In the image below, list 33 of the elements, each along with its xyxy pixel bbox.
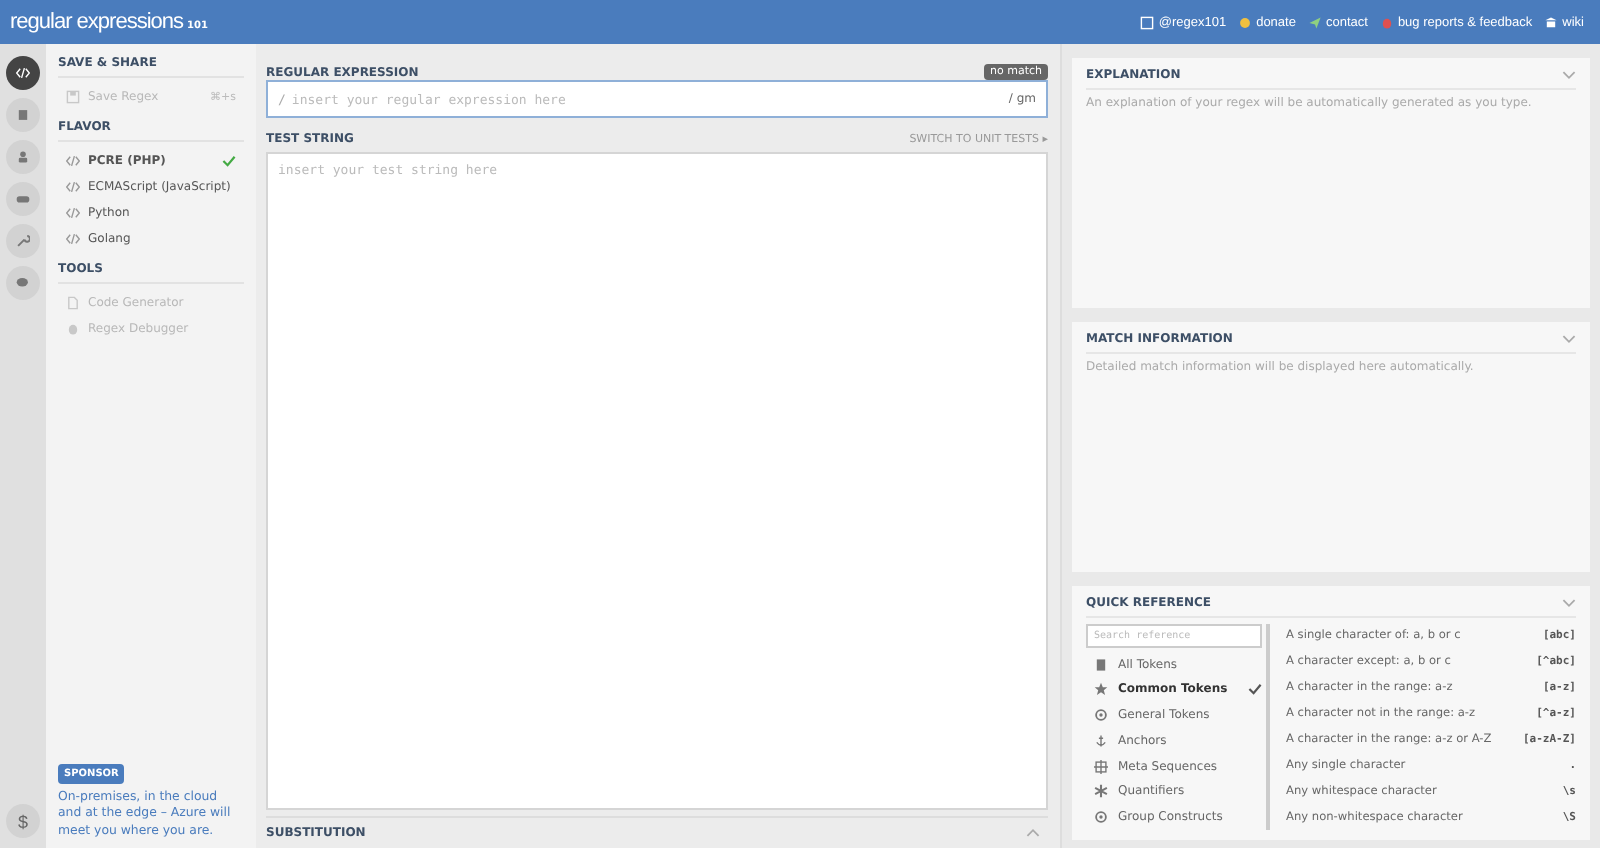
check-icon: [222, 154, 236, 168]
asterisk-icon: [1094, 784, 1108, 799]
rail-button[interactable]: [6, 98, 40, 132]
star-icon: [1094, 682, 1108, 697]
crosshair-icon: [1094, 759, 1108, 774]
rail-button[interactable]: [6, 140, 40, 174]
chevron-icon[interactable]: [1562, 334, 1576, 344]
code-icon: [66, 232, 80, 246]
user-icon: [16, 150, 30, 164]
circle-icon: [1094, 708, 1108, 723]
code-icon: [66, 154, 80, 168]
chat-icon: [16, 276, 30, 290]
save-icon: [66, 90, 80, 104]
chevron-icon[interactable]: [1026, 828, 1040, 838]
rail-button[interactable]: [6, 56, 40, 90]
building-icon: [1544, 15, 1559, 29]
chevron-icon[interactable]: [1562, 70, 1576, 80]
rail-button[interactable]: [6, 266, 40, 300]
paper-plane-icon: [1307, 15, 1322, 29]
code-icon: [66, 180, 80, 194]
rail-button[interactable]: [6, 182, 40, 216]
coin-icon: [1238, 15, 1253, 29]
square-icon: [1140, 15, 1155, 29]
wrench-icon: [16, 234, 30, 248]
donate-button[interactable]: $: [6, 804, 40, 838]
circle-icon: [1094, 810, 1108, 825]
code-icon: [16, 66, 30, 80]
document-icon: [66, 296, 80, 310]
anchor-icon: [1094, 733, 1108, 748]
code-icon: [66, 206, 80, 220]
chevron-icon[interactable]: [1562, 598, 1576, 608]
logo[interactable]: regular expressions: [10, 10, 183, 34]
check-icon: [1248, 682, 1262, 697]
